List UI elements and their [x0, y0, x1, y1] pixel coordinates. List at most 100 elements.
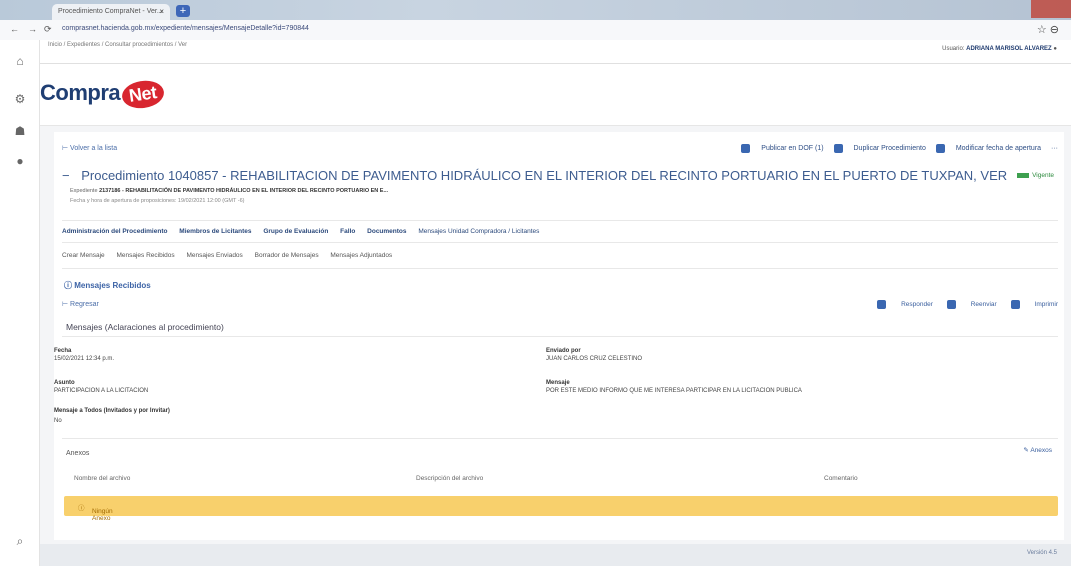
anexos-button[interactable]: ✎ Anexos	[1023, 446, 1052, 454]
version-label: Versión 4.5	[1026, 550, 1057, 556]
asunto-value: PARTICIPACION A LA LICITACION	[54, 388, 149, 394]
divider	[62, 336, 1058, 337]
secondary-tabs: Crear Mensaje Mensajes Recibidos Mensaje…	[62, 252, 402, 259]
reply-label: Responder	[901, 301, 933, 309]
breadcrumb: Inicio / Expedientes / Consultar procedi…	[48, 42, 188, 48]
print-button[interactable]: Imprimir	[1010, 300, 1058, 309]
procedure-label: Procedimiento	[81, 168, 165, 183]
regresar-link[interactable]: ⊢ Regresar	[62, 300, 99, 308]
document-icon[interactable]: ●	[13, 154, 27, 168]
logo-text: Compra	[40, 80, 121, 105]
tab-administracion[interactable]: Administración del Procedimiento	[62, 228, 167, 235]
user-label: Usuario:	[942, 46, 965, 52]
window-close-button[interactable]	[1031, 0, 1071, 18]
forward-icon[interactable]: →	[28, 24, 37, 34]
duplicate-button[interactable]: Duplicar Procedimiento	[833, 144, 926, 153]
publish-pdf-label: Publicar en DOF (1)	[761, 145, 824, 153]
section-title-label: Mensajes Recibidos	[74, 281, 151, 290]
tab-title: Procedimiento CompraNet - Ver...	[58, 8, 163, 15]
tab-mensajes-enviados[interactable]: Mensajes Enviados	[186, 252, 242, 259]
section-title: ⓘ Mensajes Recibidos	[64, 280, 151, 291]
warning-message: ⓘ Ningún Anexo	[78, 505, 113, 522]
collapse-icon[interactable]: −	[62, 168, 70, 183]
back-icon[interactable]: ←	[10, 24, 19, 34]
todos-value: No	[54, 418, 62, 424]
back-to-list-link[interactable]: ⊢ Volver a la lista	[62, 144, 117, 152]
star-icon[interactable]: ☆ ⊖	[1037, 23, 1059, 36]
tab-documentos[interactable]: Documentos	[367, 228, 406, 235]
todos-label: Mensaje a Todos (Invitados y por Invitar…	[54, 408, 170, 414]
forward-icon	[946, 300, 956, 309]
tab-mensajes[interactable]: Mensajes Unidad Compradora / Licitantes	[418, 228, 539, 235]
user-info[interactable]: Usuario: ADRIANA MARISOL ALVAREZ ●	[942, 46, 1057, 52]
browser-tab[interactable]: Procedimiento CompraNet - Ver... ×	[52, 4, 170, 20]
message-actions: Responder Reenviar Imprimir	[865, 300, 1058, 309]
reload-icon[interactable]: ⟳	[44, 24, 52, 35]
users-icon[interactable]: ☗	[13, 124, 27, 138]
col-nombre: Nombre del archivo	[74, 475, 131, 482]
expediente-label: Expediente	[70, 188, 98, 194]
empty-anexos-label: Ningún Anexo	[92, 508, 113, 522]
tab-fallo[interactable]: Fallo	[340, 228, 355, 235]
publish-pdf-button[interactable]: Publicar en DOF (1)	[741, 144, 824, 153]
col-comentario: Comentario	[824, 475, 858, 482]
user-name: ADRIANA MARISOL ALVAREZ	[966, 46, 1052, 52]
tab-borrador[interactable]: Borrador de Mensajes	[255, 252, 319, 259]
status-label: Vigente	[1032, 172, 1054, 179]
status-color	[1017, 172, 1030, 178]
divider	[62, 438, 1058, 439]
logo-badge: Net	[120, 78, 166, 111]
anexos-button-label: Anexos	[1030, 447, 1052, 454]
empty-anexos-row: ⓘ Ningún Anexo	[64, 496, 1058, 522]
user-icon[interactable]: ●	[1053, 46, 1057, 52]
procedure-card: ⊢ Volver a la lista Publicar en DOF (1) …	[54, 132, 1064, 540]
messages-header: Mensajes (Aclaraciones al procedimiento)	[66, 322, 224, 332]
forward-button[interactable]: Reenviar	[946, 300, 997, 309]
reply-button[interactable]: Responder	[877, 300, 933, 309]
fecha-label: Fecha	[54, 348, 72, 354]
app-header: Compra Net	[40, 64, 1071, 126]
page-title: − Procedimiento 1040857 - REHABILITACION…	[62, 168, 1052, 183]
compranet-logo[interactable]: Compra Net	[40, 78, 166, 111]
tab-miembros[interactable]: Miembros de Licitantes	[179, 228, 251, 235]
address-bar: ← → ⟳ comprasnet.hacienda.gob.mx/expedie…	[0, 20, 1071, 40]
modify-date-button[interactable]: Modificar fecha de apertura	[935, 144, 1042, 153]
asunto-label: Asunto	[54, 380, 75, 386]
primary-tabs: Administración del Procedimiento Miembro…	[62, 228, 549, 235]
duplicate-label: Duplicar Procedimiento	[853, 145, 926, 153]
fecha-value: 15/02/2021 12:34 p.m.	[54, 356, 115, 362]
tab-mensajes-recibidos[interactable]: Mensajes Recibidos	[116, 252, 174, 259]
divider	[62, 220, 1058, 221]
tab-crear-mensaje[interactable]: Crear Mensaje	[62, 252, 105, 259]
user-bar: Inicio / Expedientes / Consultar procedi…	[40, 40, 1071, 64]
browser-tabstrip: Procedimiento CompraNet - Ver... × +	[0, 0, 1071, 20]
tools-icon[interactable]: ⚙	[13, 92, 27, 106]
modify-date-label: Modificar fecha de apertura	[955, 145, 1042, 153]
new-tab-button[interactable]: +	[176, 5, 190, 17]
status-badge: Vigente	[1017, 172, 1054, 179]
info-icon: ⓘ	[64, 281, 75, 290]
url-field[interactable]: comprasnet.hacienda.gob.mx/expediente/me…	[62, 25, 309, 32]
procedure-actions: Publicar en DOF (1) Duplicar Procedimien…	[733, 144, 1058, 153]
anexos-table-header: Nombre del archivo Descripción del archi…	[64, 470, 1058, 488]
more-icon[interactable]: ···	[1051, 145, 1058, 152]
forward-label: Reenviar	[970, 301, 997, 309]
tab-adjuntados[interactable]: Mensajes Adjuntados	[330, 252, 392, 259]
mensaje-label: Mensaje	[546, 380, 570, 386]
reply-icon	[877, 300, 887, 309]
procedure-title: 1040857 - REHABILITACION DE PAVIMENTO HI…	[167, 168, 1008, 183]
close-tab-icon[interactable]: ×	[159, 7, 164, 16]
tab-grupo-evaluacion[interactable]: Grupo de Evaluación	[263, 228, 328, 235]
left-rail: ⌂ ⚙ ☗ ● ⌕	[0, 40, 40, 566]
duplicate-icon	[833, 144, 843, 153]
enviado-label: Enviado por	[546, 348, 581, 354]
pdf-icon	[741, 144, 751, 153]
print-label: Imprimir	[1034, 301, 1058, 309]
search-icon[interactable]: ⌕	[13, 534, 27, 548]
enviado-value: JUAN CARLOS CRUZ CELESTINO	[546, 356, 643, 362]
regresar-label: Regresar	[70, 301, 99, 308]
print-icon	[1010, 300, 1020, 309]
mensaje-value: POR ESTE MEDIO INFORMO QUE ME INTERESA P…	[546, 388, 802, 394]
home-icon[interactable]: ⌂	[13, 54, 27, 68]
back-to-list-label: Volver a la lista	[70, 145, 118, 152]
